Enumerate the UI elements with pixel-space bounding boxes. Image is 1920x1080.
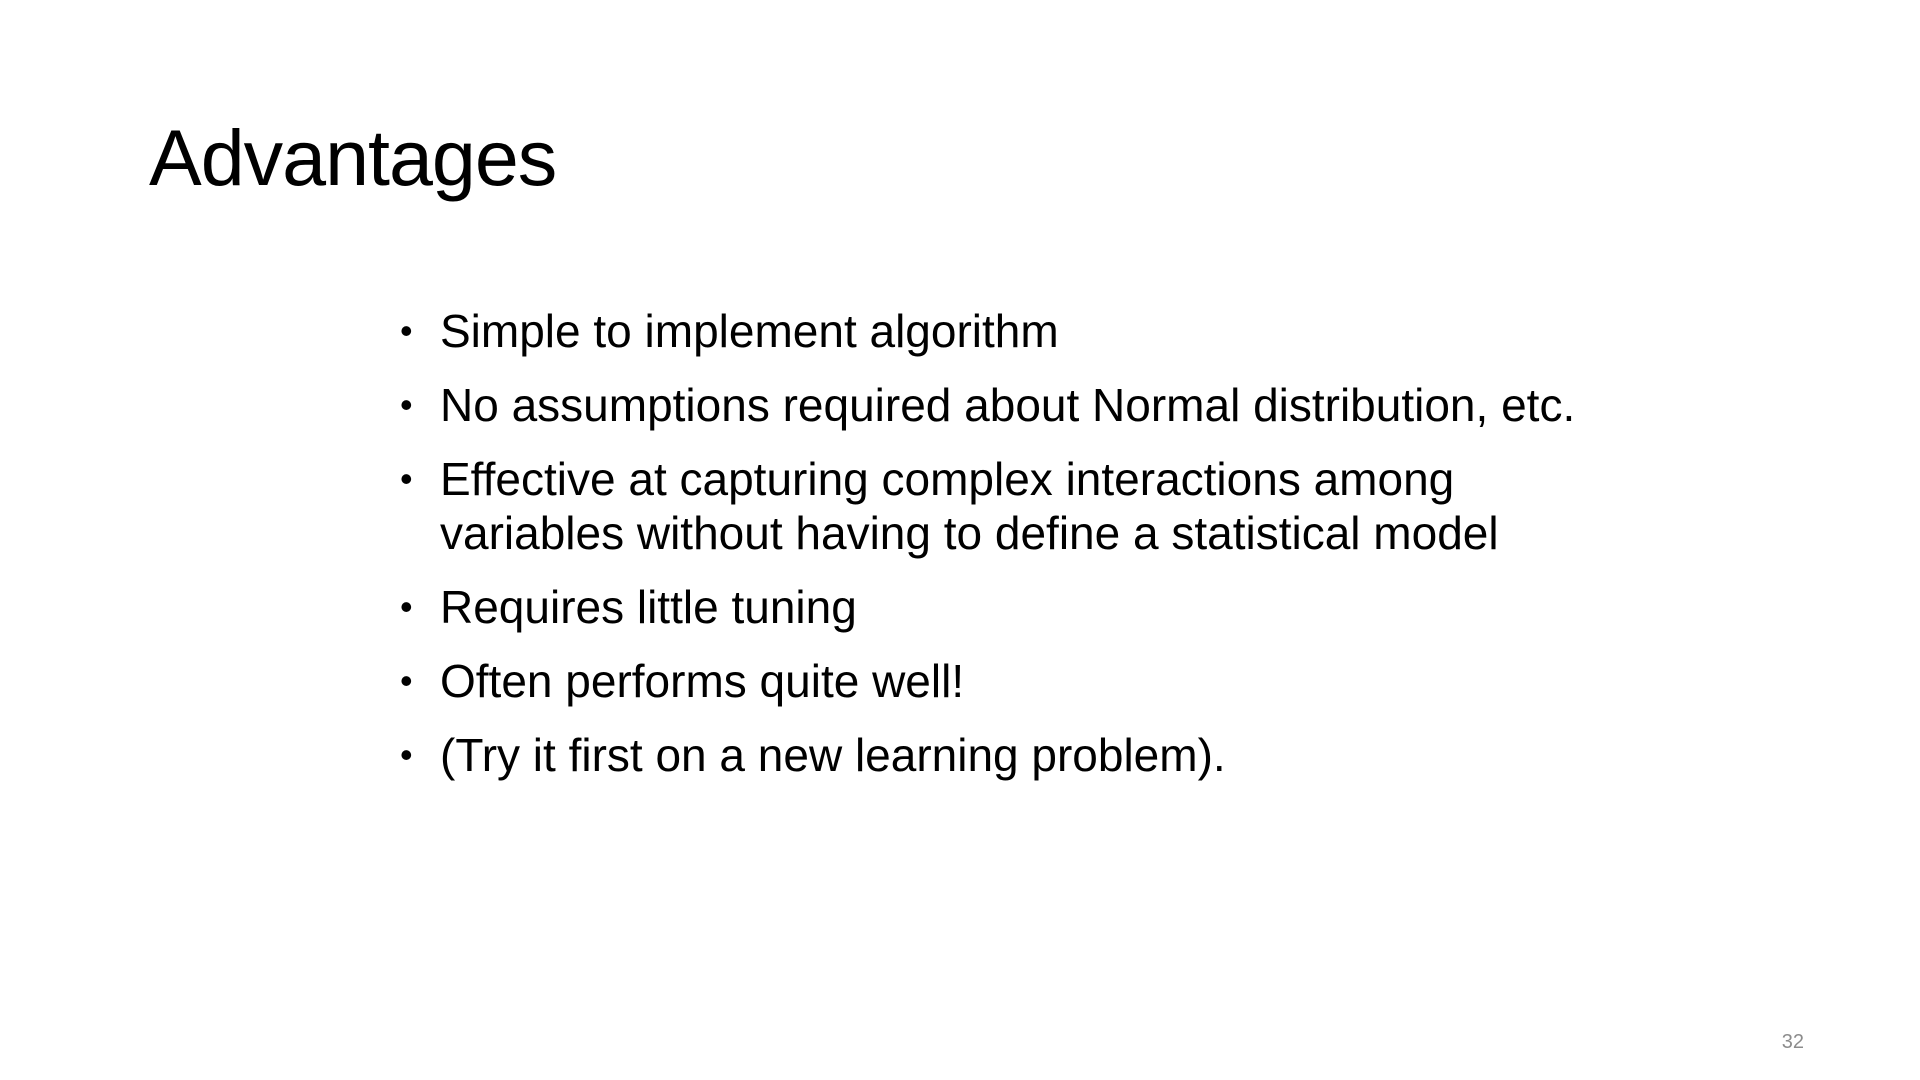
bullet-item: • Effective at capturing complex interac…: [400, 452, 1630, 560]
bullet-dot-icon: •: [400, 734, 413, 775]
slide: Advantages • Simple to implement algorit…: [0, 0, 1920, 1080]
bullet-text: Effective at capturing complex interacti…: [440, 453, 1499, 559]
bullet-dot-icon: •: [400, 586, 413, 627]
bullet-text: Simple to implement algorithm: [440, 305, 1059, 357]
bullet-dot-icon: •: [400, 660, 413, 701]
bullet-item: • (Try it first on a new learning proble…: [400, 728, 1630, 782]
bullet-text: No assumptions required about Normal dis…: [440, 379, 1576, 431]
bullet-item: • Often performs quite well!: [400, 654, 1630, 708]
bullet-dot-icon: •: [400, 384, 413, 425]
page-number: 32: [1781, 1031, 1804, 1053]
bullet-item: • No assumptions required about Normal d…: [400, 378, 1630, 432]
bullet-list: • Simple to implement algorithm • No ass…: [400, 304, 1630, 802]
bullet-dot-icon: •: [400, 458, 413, 499]
slide-title: Advantages: [149, 113, 557, 202]
bullet-item: • Simple to implement algorithm: [400, 304, 1630, 358]
bullet-text: Often performs quite well!: [440, 655, 965, 707]
bullet-text: Requires little tuning: [440, 581, 857, 633]
bullet-dot-icon: •: [400, 310, 413, 351]
bullet-item: • Requires little tuning: [400, 580, 1630, 634]
bullet-text: (Try it first on a new learning problem)…: [440, 729, 1226, 781]
